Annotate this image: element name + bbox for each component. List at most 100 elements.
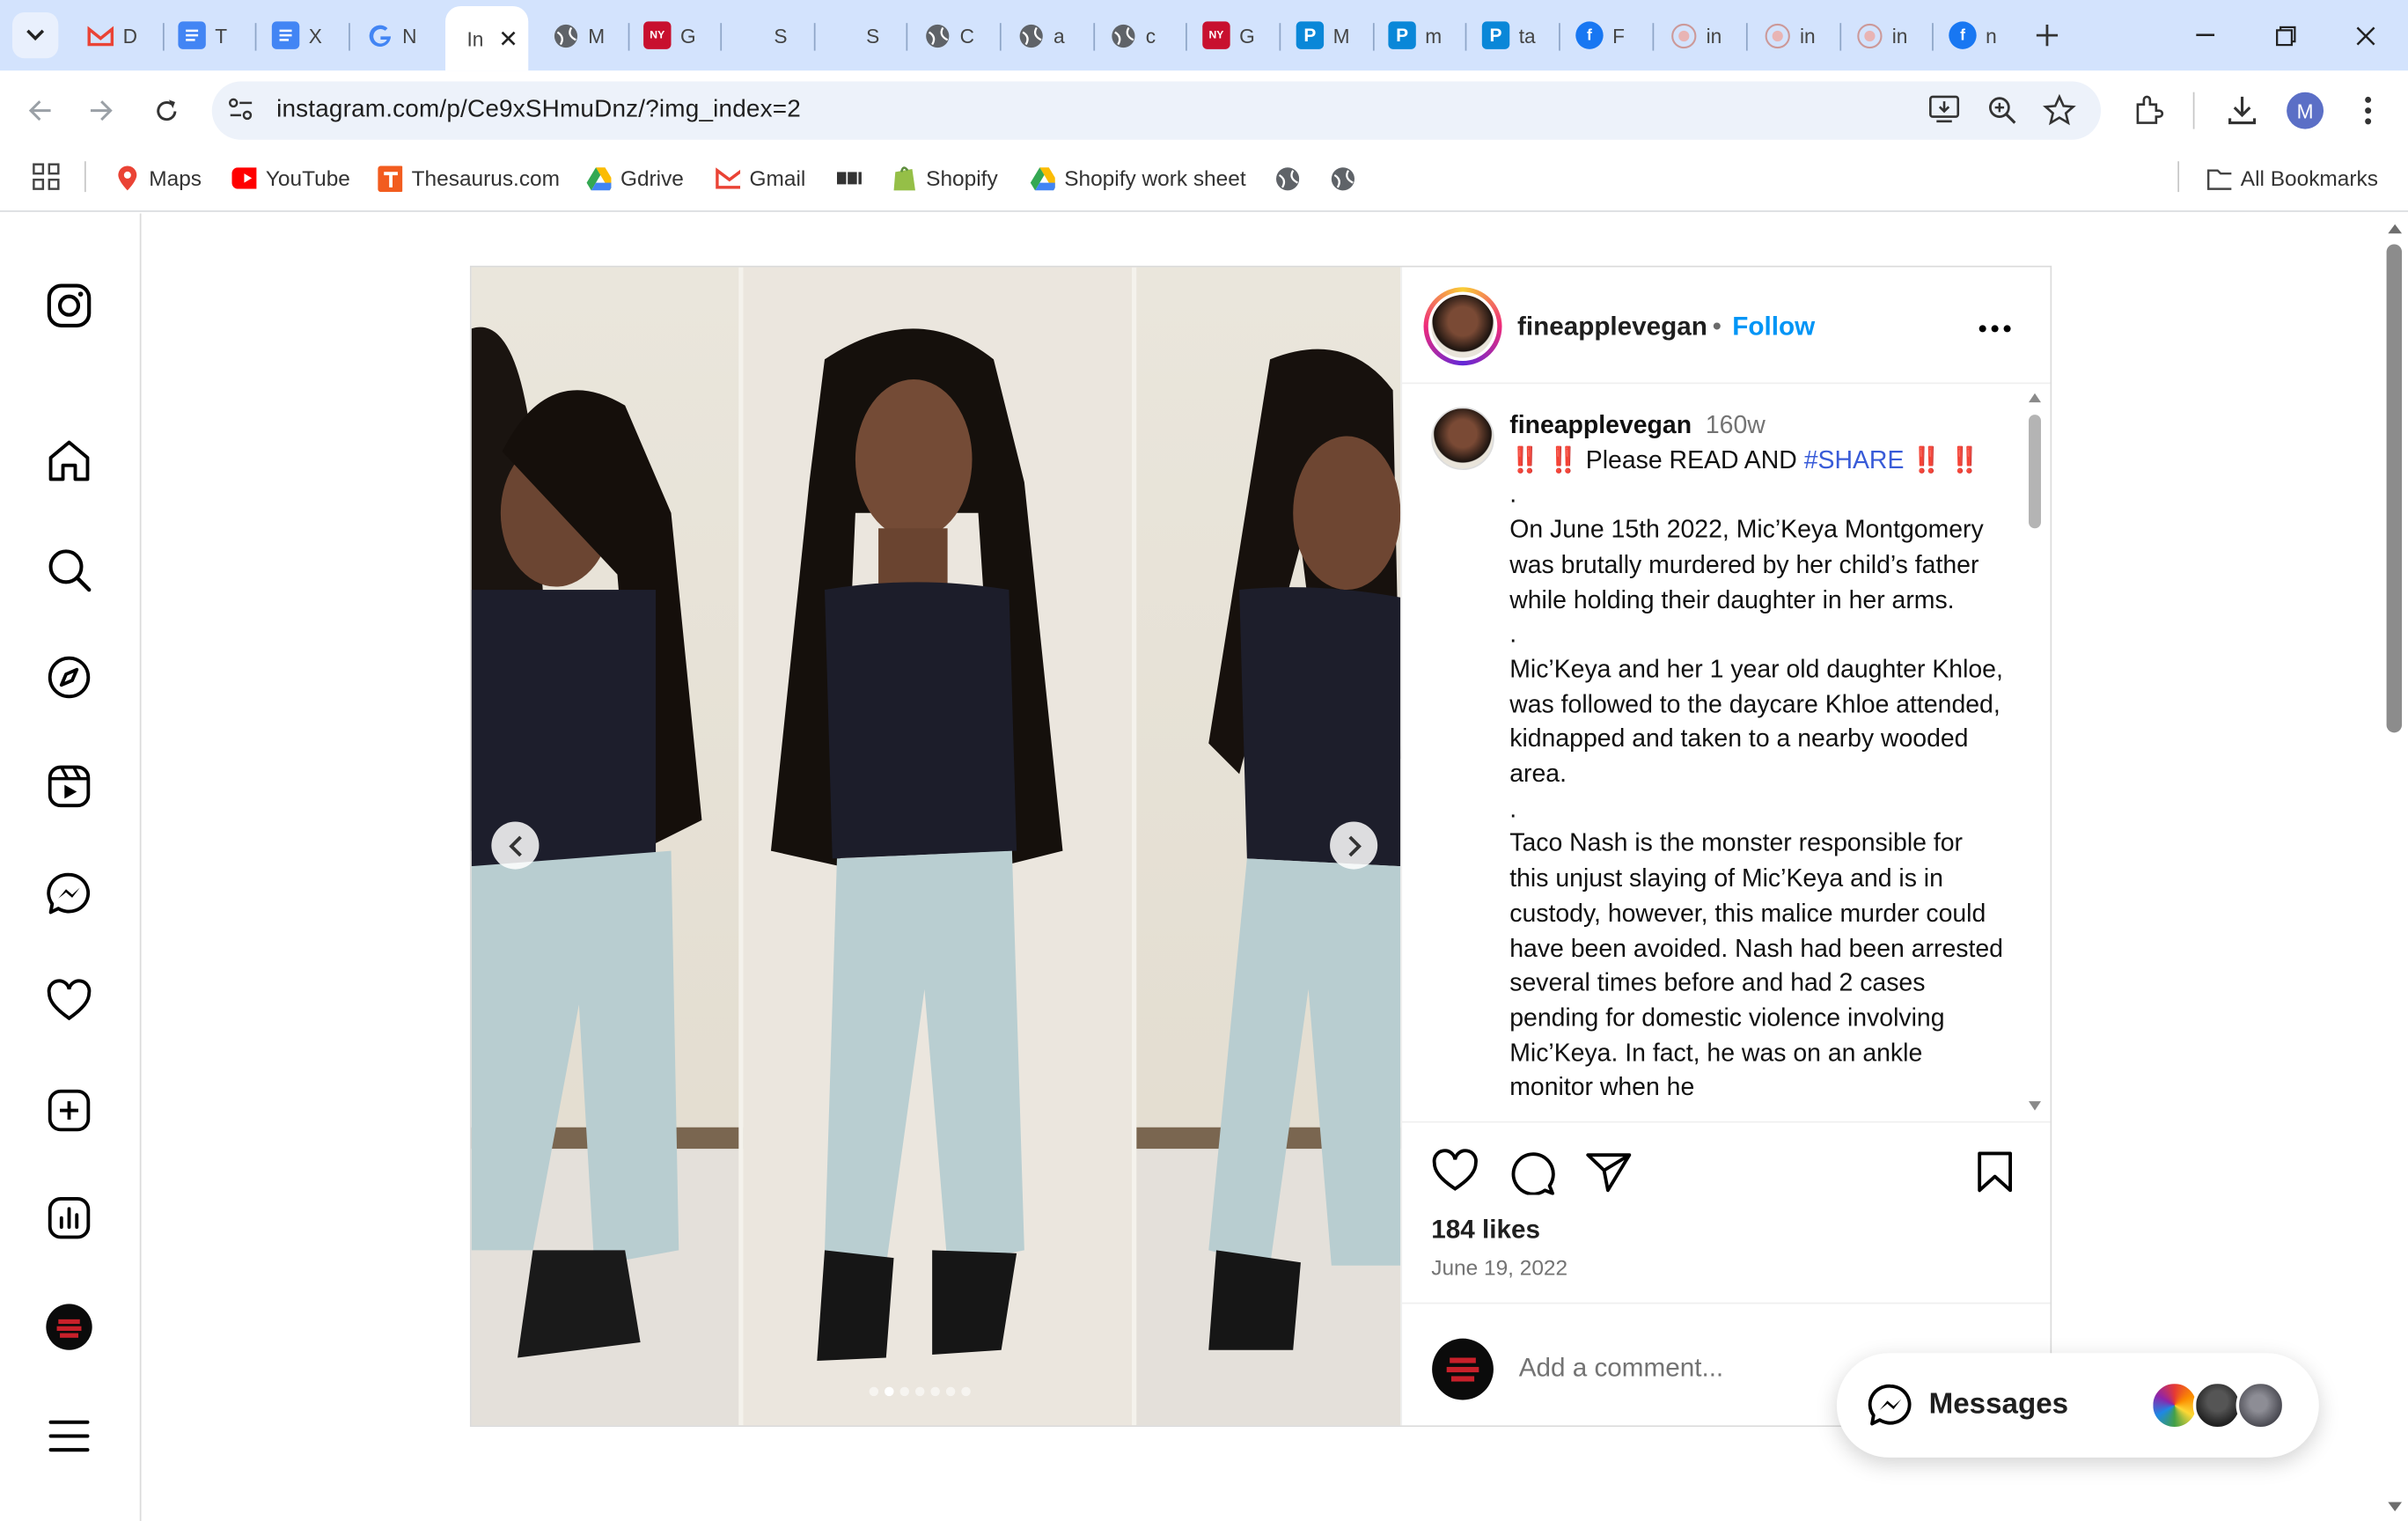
url-text[interactable]: instagram.com/p/Ce9xSHmuDnz/?img_index=2 [276, 97, 801, 124]
post-options-icon[interactable] [1978, 316, 2011, 343]
browser-tab[interactable]: S [817, 9, 906, 61]
save-bookmark-icon[interactable] [1975, 1149, 2015, 1202]
author-username[interactable]: fineapplevegan [1517, 312, 1707, 342]
likes-count[interactable]: 184 likes [1431, 1215, 1540, 1245]
profile-avatar[interactable] [45, 1303, 94, 1352]
notifications-heart-icon[interactable] [45, 977, 94, 1026]
extensions-icon[interactable] [2132, 93, 2165, 135]
install-app-icon[interactable] [1929, 93, 1963, 132]
new-tab-button[interactable] [2030, 18, 2064, 52]
browser-tab[interactable]: a [1004, 9, 1093, 61]
apps-grid-icon[interactable] [33, 163, 60, 198]
tab-separator [999, 23, 1002, 51]
browser-tab[interactable]: in [1657, 9, 1746, 61]
browser-tab[interactable]: fF [1563, 9, 1652, 61]
arrow-left-icon [28, 100, 51, 121]
close-window-button[interactable] [2325, 0, 2405, 70]
bookmark-item[interactable] [1274, 163, 1300, 194]
create-post-icon[interactable] [45, 1086, 94, 1135]
bookmark-item[interactable]: Thesaurus.com [378, 163, 560, 194]
browser-menu-icon[interactable] [2359, 95, 2377, 134]
caption-time[interactable]: 160w [1706, 412, 1766, 439]
bookmark-item[interactable]: Maps [115, 163, 202, 194]
comment-input[interactable]: Add a comment... [1519, 1353, 1723, 1384]
bookmark-item[interactable]: Gmail [716, 163, 805, 194]
search-icon[interactable] [45, 545, 94, 594]
caption-avatar[interactable] [1431, 407, 1494, 470]
browser-tab[interactable]: NY G [1190, 9, 1279, 61]
browser-tab[interactable]: S [725, 9, 814, 61]
author-avatar[interactable] [1423, 287, 1502, 366]
browser-tab[interactable]: T [165, 9, 254, 61]
site-info-icon[interactable] [227, 95, 258, 126]
instagram-logo-icon[interactable] [45, 281, 94, 330]
close-tab-icon[interactable] [501, 27, 516, 50]
browser-tab[interactable]: C [911, 9, 1000, 61]
browser-tab[interactable]: X [260, 9, 349, 61]
zoom-icon[interactable] [1987, 95, 2018, 134]
carousel-next-button[interactable] [1330, 821, 1378, 870]
browser-tab[interactable]: in [1751, 9, 1839, 61]
globe-icon [1330, 165, 1355, 190]
tab-separator [1093, 23, 1096, 51]
browser-tab[interactable]: in [1843, 9, 1932, 61]
ig-gray-icon [1763, 21, 1790, 48]
explore-compass-icon[interactable] [45, 653, 94, 702]
browser-tab[interactable]: NY G [631, 9, 720, 61]
browser-tab[interactable]: c [1097, 9, 1186, 61]
browser-tab[interactable]: N [353, 9, 442, 61]
tab-title: X [308, 24, 322, 48]
reload-button[interactable] [146, 91, 186, 130]
conversation-avatar [2149, 1380, 2199, 1430]
caption-username[interactable]: fineapplevegan [1509, 412, 1692, 439]
post-date[interactable]: June 19, 2022 [1431, 1255, 1567, 1280]
bookmark-label: Maps [149, 165, 202, 191]
browser-tab[interactable]: Pm [1376, 9, 1465, 61]
toolbar-divider [2192, 92, 2195, 129]
tab-title: In [466, 26, 484, 50]
tab-separator [349, 23, 350, 51]
browser-tab[interactable]: M [539, 9, 628, 61]
browser-tab[interactable]: Pta [1470, 9, 1559, 61]
bookmark-item[interactable]: Shopify [892, 163, 998, 194]
carousel-prev-button[interactable] [491, 821, 540, 870]
bookmark-item[interactable]: Shopify work sheet [1030, 163, 1246, 194]
comment-bubble-icon[interactable] [1508, 1149, 1555, 1202]
restore-button[interactable] [2245, 0, 2325, 70]
hashtag-link[interactable]: #SHARE [1804, 446, 1905, 474]
tab-search-button[interactable] [11, 11, 59, 59]
bookmark-label: Shopify work sheet [1064, 165, 1246, 191]
messenger-icon[interactable] [45, 870, 94, 919]
caption-scrollbar[interactable] [2024, 387, 2045, 1119]
globe-icon [551, 21, 578, 48]
back-button[interactable] [20, 91, 60, 130]
chevron-down-icon [26, 29, 45, 41]
bookmark-item[interactable]: Gdrive [586, 163, 684, 194]
browser-tab[interactable]: D [74, 9, 163, 61]
all-bookmarks-button[interactable]: All Bookmarks [2206, 163, 2378, 194]
profile-avatar[interactable]: M [2287, 92, 2324, 129]
messages-label: Messages [1928, 1388, 2069, 1422]
browser-tab[interactable]: PM [1284, 9, 1373, 61]
conversation-avatar [2192, 1380, 2243, 1430]
home-icon[interactable] [45, 437, 94, 486]
more-menu-icon[interactable] [45, 1412, 94, 1461]
bookmark-star-icon[interactable] [2043, 93, 2076, 135]
reels-icon[interactable] [45, 761, 94, 811]
like-heart-icon[interactable] [1431, 1149, 1479, 1201]
minimize-button[interactable] [2165, 0, 2245, 70]
maps-icon [115, 165, 140, 191]
all-bookmarks-label: All Bookmarks [2240, 165, 2378, 191]
page-scrollbar[interactable] [2382, 213, 2408, 1521]
bookmark-item[interactable] [836, 163, 862, 194]
forward-button[interactable] [81, 91, 121, 130]
browser-tab[interactable]: In [445, 5, 529, 71]
bookmark-label: Shopify [926, 165, 998, 191]
follow-button[interactable]: Follow [1732, 312, 1815, 342]
dashboard-chart-icon[interactable] [45, 1194, 94, 1243]
browser-tab[interactable]: fn [1936, 9, 2025, 61]
downloads-icon[interactable] [2225, 93, 2258, 135]
bookmark-item[interactable] [1330, 163, 1355, 194]
bookmark-item[interactable]: YouTube [231, 163, 350, 194]
share-send-icon[interactable] [1585, 1150, 1633, 1201]
